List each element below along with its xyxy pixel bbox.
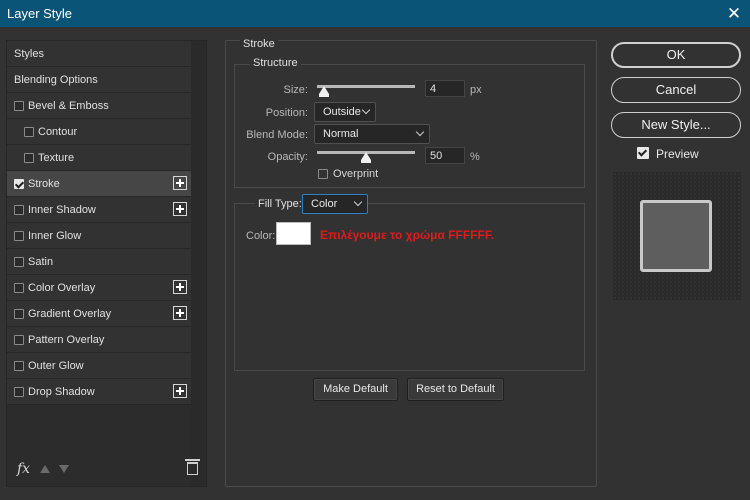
styles-item-bevel-emboss[interactable]: Bevel & Emboss (7, 93, 191, 119)
styles-item-outer-glow[interactable]: Outer Glow (7, 353, 191, 379)
position-select[interactable]: Outside (314, 102, 376, 122)
texture-checkbox[interactable] (24, 153, 34, 163)
styles-scrollbar[interactable] (191, 41, 205, 486)
styles-item-label: Inner Glow (28, 230, 82, 242)
add-drop-shadow-icon[interactable] (173, 384, 187, 398)
styles-item-inner-shadow[interactable]: Inner Shadow (7, 197, 191, 223)
overprint-label: Overprint (333, 168, 379, 180)
reset-to-default-button[interactable]: Reset to Default (407, 378, 504, 401)
chevron-down-icon (415, 127, 425, 137)
trash-icon[interactable] (185, 459, 200, 475)
move-down-icon (59, 465, 69, 473)
styles-item-label: Drop Shadow (28, 386, 95, 398)
size-unit: px (470, 84, 482, 96)
title-bar: Layer Style ✕ (0, 0, 750, 27)
styles-item-label: Gradient Overlay (28, 308, 112, 320)
new-style-button[interactable]: New Style... (611, 112, 741, 138)
styles-item-label: Color Overlay (28, 282, 96, 294)
styles-item-blending-options[interactable]: Blending Options (7, 67, 191, 93)
fx-icon[interactable]: fx (17, 461, 30, 477)
styles-item-satin[interactable]: Satin (7, 249, 191, 275)
styles-panel-footer: fx (7, 454, 206, 486)
styles-item-label: Blending Options (14, 74, 98, 86)
annotation-text: Επιλέγουμε το χρώμα FFFFFF. (320, 228, 495, 242)
close-icon[interactable]: ✕ (718, 0, 750, 27)
preview-swatch (640, 200, 712, 272)
fill-type-value: Color (311, 198, 338, 210)
drop-shadow-checkbox[interactable] (14, 387, 24, 397)
preview-checkbox[interactable] (637, 147, 649, 159)
styles-item-label: Inner Shadow (28, 204, 96, 216)
position-label: Position: (265, 107, 308, 119)
inner-shadow-checkbox[interactable] (14, 205, 24, 215)
opacity-label: Opacity: (267, 151, 308, 163)
blend-mode-select[interactable]: Normal (314, 124, 430, 144)
styles-panel: Styles Blending Options Bevel & Emboss Cont… (6, 40, 207, 487)
structure-section-title: Structure (250, 57, 301, 69)
styles-item-texture[interactable]: Texture (7, 145, 191, 171)
fill-type-label: Fill Type: (255, 198, 305, 210)
styles-item-label: Satin (28, 256, 54, 268)
styles-list: Styles Blending Options Bevel & Emboss Cont… (7, 41, 191, 405)
opacity-unit: % (470, 151, 480, 163)
size-slider-thumb[interactable] (318, 86, 329, 97)
color-overlay-checkbox[interactable] (14, 283, 24, 293)
size-label: Size: (283, 84, 308, 96)
styles-item-contour[interactable]: Contour (7, 119, 191, 145)
inner-glow-checkbox[interactable] (14, 231, 24, 241)
add-gradient-overlay-icon[interactable] (173, 306, 187, 320)
styles-item-pattern-overlay[interactable]: Pattern Overlay (7, 327, 191, 353)
add-color-overlay-icon[interactable] (173, 280, 187, 294)
blend-mode-value: Normal (323, 128, 359, 140)
make-default-button[interactable]: Make Default (313, 378, 398, 401)
styles-item-label: Styles (14, 48, 44, 60)
chevron-down-icon (353, 197, 363, 207)
color-swatch[interactable] (276, 222, 311, 245)
styles-item-gradient-overlay[interactable]: Gradient Overlay (7, 301, 191, 327)
styles-item-drop-shadow[interactable]: Drop Shadow (7, 379, 191, 405)
style-preview (613, 172, 741, 300)
size-slider-track[interactable] (317, 85, 415, 88)
opacity-slider-thumb[interactable] (361, 152, 371, 163)
stroke-checkbox[interactable] (14, 179, 24, 189)
styles-item-label: Bevel & Emboss (28, 100, 109, 112)
cancel-button[interactable]: Cancel (611, 77, 741, 103)
blend-mode-label: Blend Mode: (246, 129, 308, 141)
outer-glow-checkbox[interactable] (14, 361, 24, 371)
preview-label: Preview (656, 147, 699, 161)
bevel-emboss-checkbox[interactable] (14, 101, 24, 111)
styles-item-label: Pattern Overlay (28, 334, 105, 346)
pattern-overlay-checkbox[interactable] (14, 335, 24, 345)
gradient-overlay-checkbox[interactable] (14, 309, 24, 319)
styles-item-label: Outer Glow (28, 360, 84, 372)
fill-type-select[interactable]: Color (302, 194, 368, 214)
styles-item-stroke[interactable]: Stroke (7, 171, 191, 197)
contour-checkbox[interactable] (24, 127, 34, 137)
styles-item-label: Texture (38, 152, 75, 164)
add-stroke-icon[interactable] (173, 176, 187, 190)
styles-item-inner-glow[interactable]: Inner Glow (7, 223, 191, 249)
styles-item-color-overlay[interactable]: Color Overlay (7, 275, 191, 301)
styles-item-label: Contour (38, 126, 78, 138)
satin-checkbox[interactable] (14, 257, 24, 267)
opacity-input[interactable]: 50 (425, 147, 465, 164)
size-input[interactable]: 4 (425, 80, 465, 97)
move-up-icon (40, 465, 50, 473)
chevron-down-icon (361, 105, 371, 115)
color-label: Color: (246, 230, 276, 242)
position-value: Outside (323, 106, 361, 118)
overprint-checkbox[interactable] (318, 169, 328, 179)
ok-button[interactable]: OK (611, 42, 741, 68)
styles-item-label: Stroke (28, 178, 60, 190)
window-title: Layer Style (7, 6, 73, 21)
styles-item-styles[interactable]: Styles (7, 41, 191, 67)
add-inner-shadow-icon[interactable] (173, 202, 187, 216)
stroke-section-title: Stroke (240, 38, 278, 50)
